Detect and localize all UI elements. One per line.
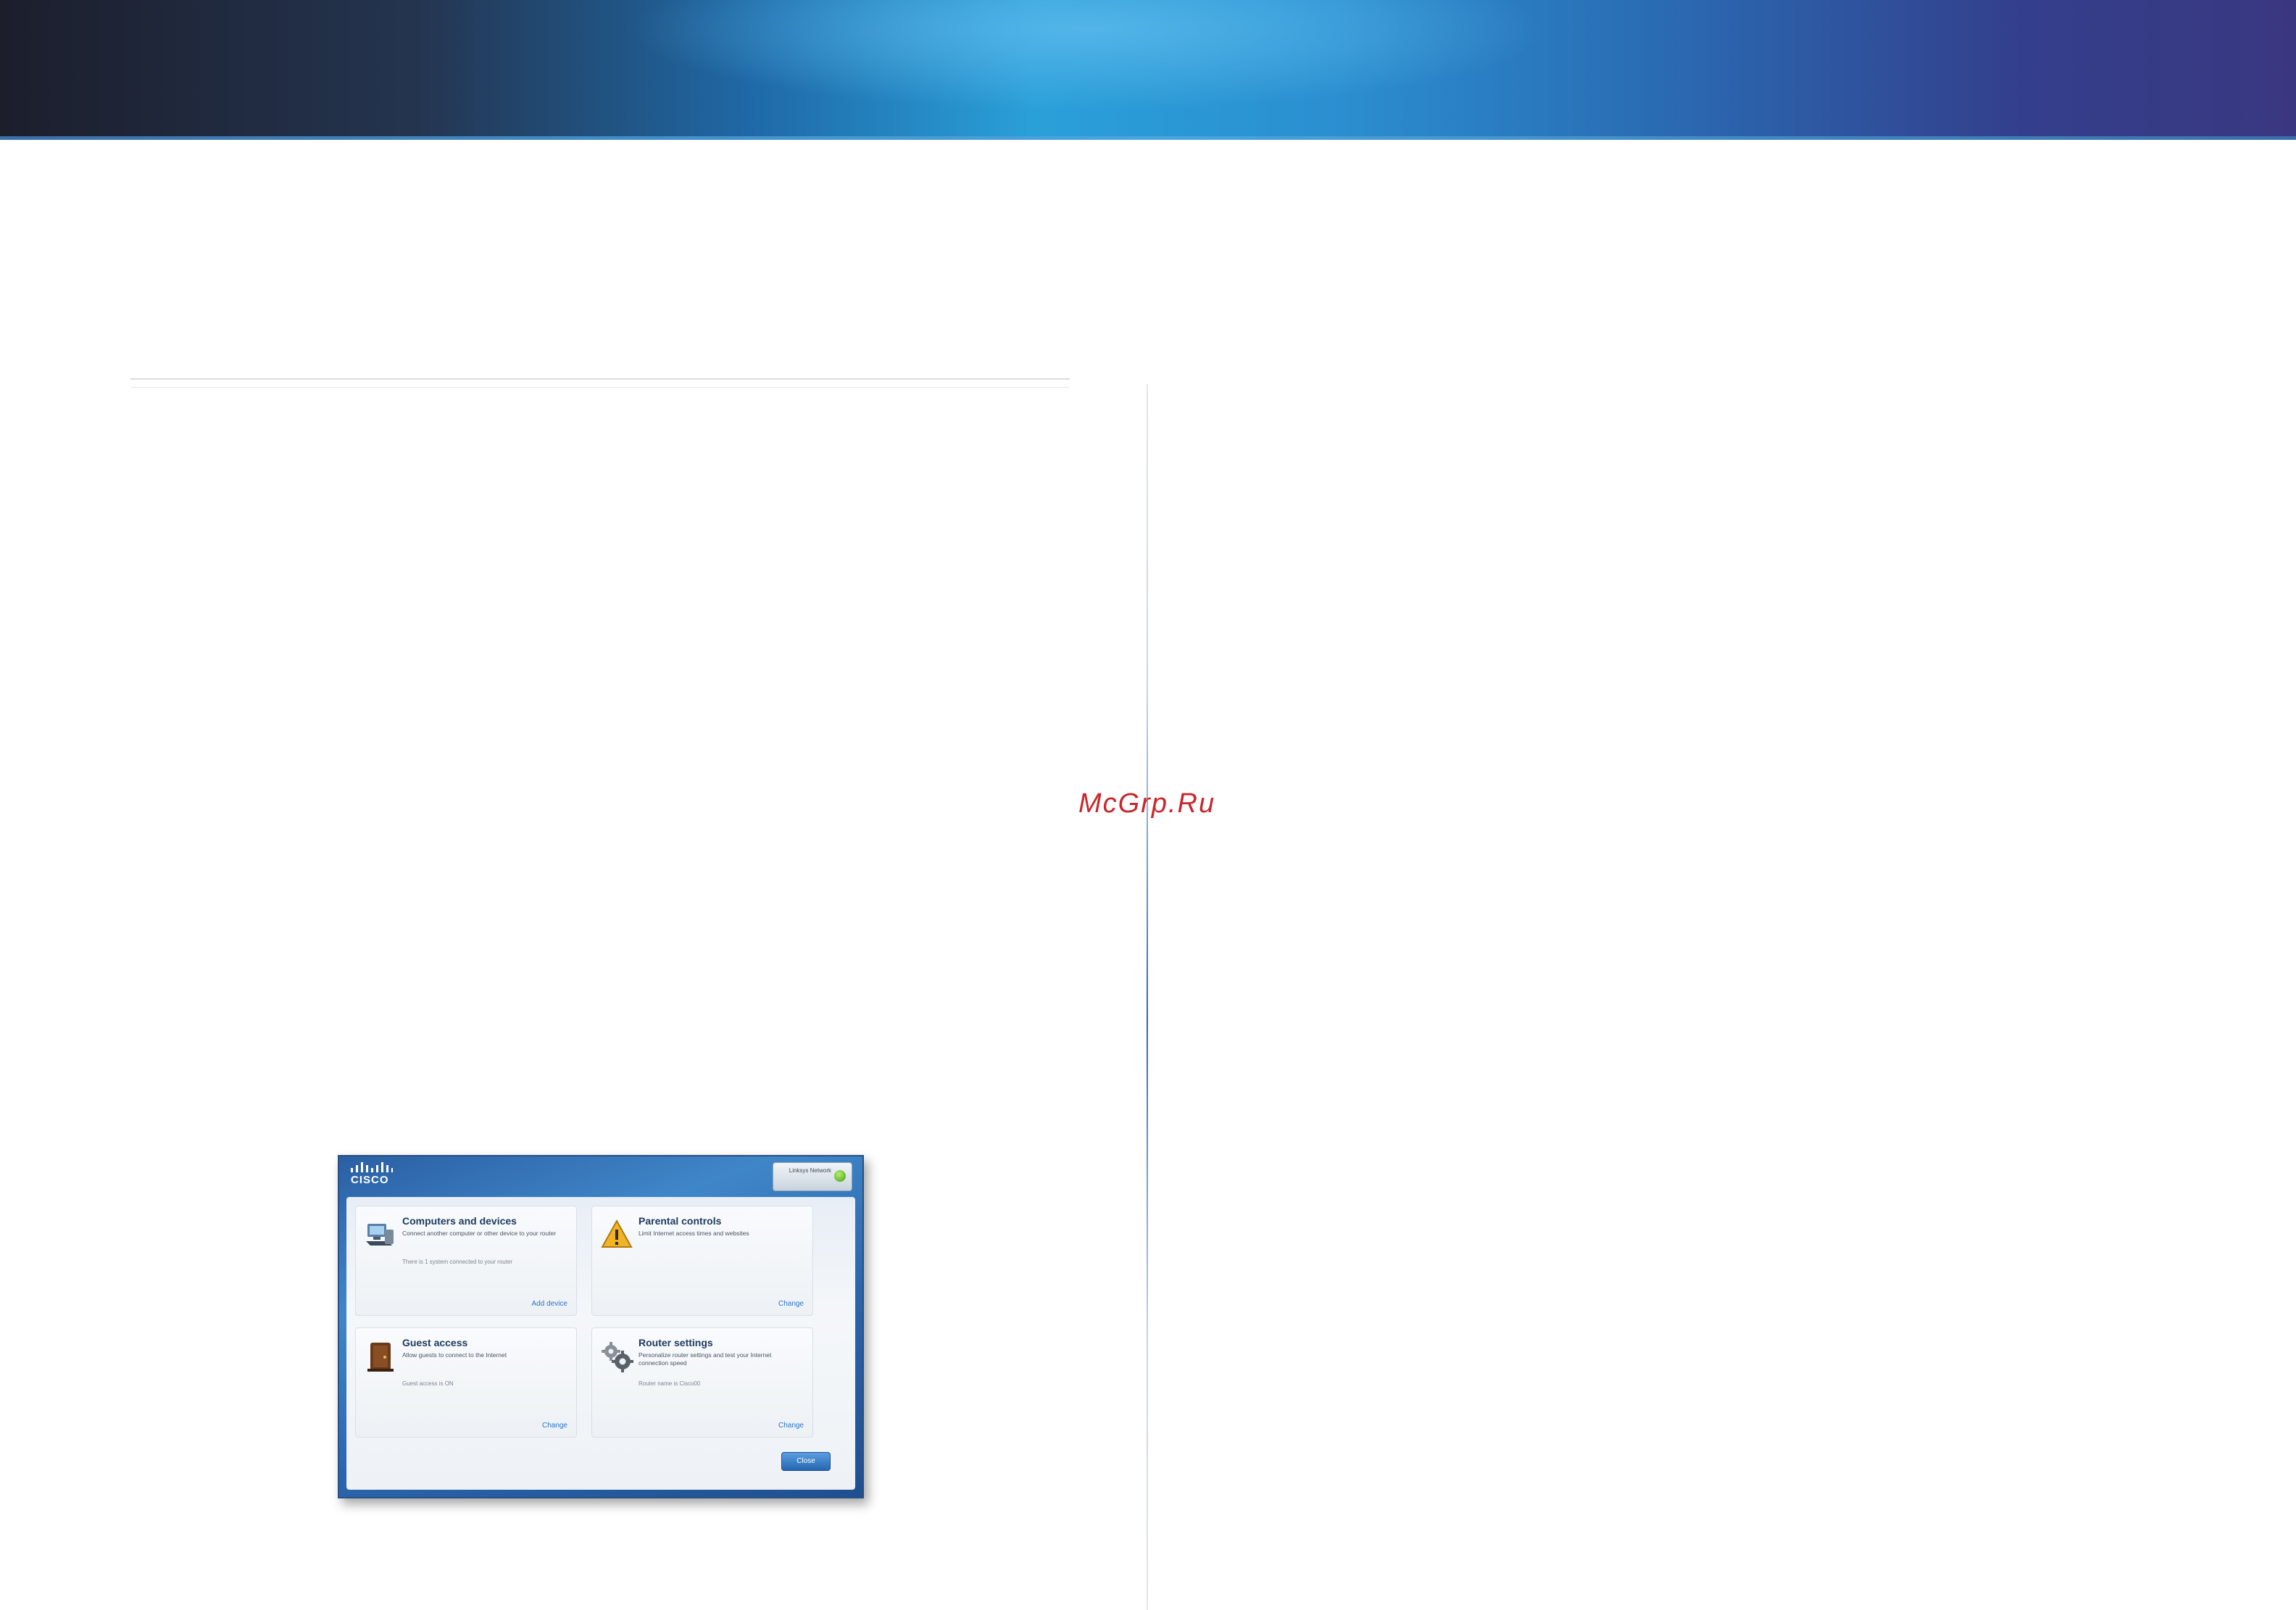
card-status: There is 1 system connected to your rout… [402,1259,513,1265]
section-rule-secondary [130,387,1070,388]
section-rule [130,378,1070,380]
card-description: Personalize router settings and test you… [639,1351,772,1367]
cisco-logo-text: CISCO [351,1174,389,1186]
guest-door-icon [367,1343,394,1372]
card-status: Guest access is ON [402,1380,454,1387]
router-ui-screenshot: CISCO Linksys Network Computers and devi… [338,1155,864,1498]
add-device-link[interactable]: Add device [532,1300,567,1308]
card-description: Limit Internet access times and websites [639,1230,749,1237]
router-ui-header: CISCO Linksys Network [339,1156,862,1196]
network-status-box[interactable]: Linksys Network [773,1162,852,1191]
router-settings-change-link[interactable]: Change [778,1422,804,1430]
close-button[interactable]: Close [781,1452,831,1471]
column-divider [1147,384,1148,1610]
card-title: Guest access [402,1337,468,1348]
card-computers-devices[interactable]: Computers and devices Connect another co… [355,1206,577,1316]
card-description: Connect another computer or other device… [402,1230,557,1237]
computer-icon [366,1224,394,1246]
header-banner [0,0,2296,138]
watermark: McGrp.Ru [1078,788,1216,819]
cisco-logo-icon [351,1162,393,1172]
card-title: Computers and devices [402,1215,517,1227]
card-title: Parental controls [639,1215,722,1227]
parental-change-link[interactable]: Change [778,1300,804,1308]
warning-sign-icon [601,1219,633,1248]
guest-change-link[interactable]: Change [542,1422,567,1430]
card-title: Router settings [639,1337,713,1348]
router-ui-panel: Computers and devices Connect another co… [346,1197,855,1490]
card-parental-controls[interactable]: Parental controls Limit Internet access … [591,1206,813,1316]
gears-icon [602,1342,633,1372]
card-router-settings[interactable]: Router settings Personalize router setti… [591,1327,813,1438]
card-status: Router name is Cisco00 [639,1380,701,1387]
status-ok-icon [834,1170,846,1182]
network-status-text: Linksys Network [789,1167,831,1174]
header-banner-underline [0,136,2296,140]
card-guest-access[interactable]: Guest access Allow guests to connect to … [355,1327,577,1438]
card-description: Allow guests to connect to the Internet [402,1351,507,1359]
